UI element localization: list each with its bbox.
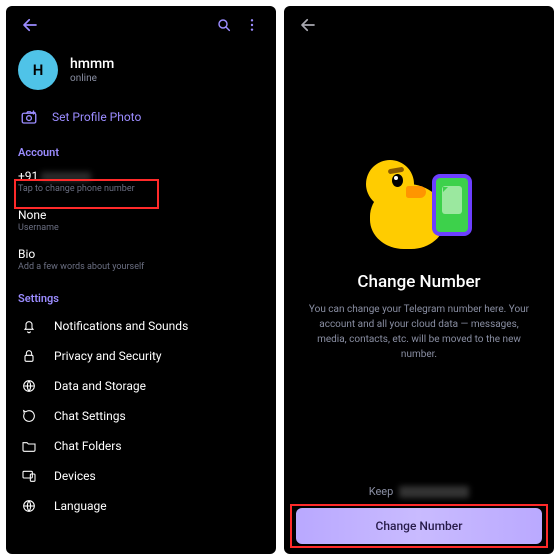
account-username-value: None [18,208,264,222]
settings-notifications[interactable]: Notifications and Sounds [6,311,276,341]
chat-icon [18,408,40,424]
change-number-button[interactable]: Change Number [296,508,542,544]
change-number-title: Change Number [357,272,480,292]
topbar [6,6,276,44]
lock-icon [18,348,40,364]
account-bio-hint: Add a few words about yourself [18,262,264,272]
redacted-number [41,172,91,182]
profile-name: hmmm [70,56,114,72]
account-phone-hint: Tap to change phone number [18,184,264,194]
settings-label: Language [54,499,107,513]
settings-list: Notifications and Sounds Privacy and Sec… [6,309,276,523]
globe-icon [18,498,40,514]
account-bio[interactable]: Bio Add a few words about yourself [6,241,276,280]
keep-number-link[interactable]: Keep [369,485,470,498]
section-settings: Settings [6,286,276,309]
settings-screen: H hmmm online Set Profile Photo Account … [6,6,276,554]
keep-label: Keep [369,485,394,498]
account-phone-value: +91 [18,169,264,183]
profile-status: online [70,73,114,84]
settings-devices[interactable]: Devices [6,461,276,491]
avatar: H [18,50,58,90]
camera-icon [20,108,38,126]
section-account: Account [6,140,276,163]
settings-language[interactable]: Language [6,491,276,521]
bell-icon [18,318,40,334]
redacted-number [399,486,469,498]
search-icon[interactable] [210,11,238,39]
change-number-desc: You can change your Telegram number here… [306,302,532,362]
profile-row[interactable]: H hmmm online [6,44,276,100]
settings-data[interactable]: Data and Storage [6,371,276,401]
sim-card-icon [432,174,472,236]
settings-label: Devices [54,469,96,483]
back-icon[interactable] [294,11,322,39]
settings-label: Privacy and Security [54,349,162,363]
folder-icon [18,438,40,454]
data-icon [18,378,40,394]
settings-folders[interactable]: Chat Folders [6,431,276,461]
duck-illustration [364,164,474,254]
settings-label: Notifications and Sounds [54,319,188,333]
set-photo-label: Set Profile Photo [52,110,141,124]
settings-label: Chat Folders [54,439,122,453]
topbar [284,6,554,44]
account-username-hint: Username [18,223,264,233]
settings-label: Data and Storage [54,379,146,393]
back-icon[interactable] [16,11,44,39]
more-icon[interactable] [238,11,266,39]
set-profile-photo[interactable]: Set Profile Photo [6,100,276,140]
account-phone[interactable]: +91 Tap to change phone number [6,163,276,202]
change-number-screen: Change Number You can change your Telegr… [284,6,554,554]
settings-label: Chat Settings [54,409,126,423]
settings-privacy[interactable]: Privacy and Security [6,341,276,371]
settings-chat[interactable]: Chat Settings [6,401,276,431]
devices-icon [18,468,40,484]
account-username[interactable]: None Username [6,202,276,241]
account-bio-value: Bio [18,247,264,261]
